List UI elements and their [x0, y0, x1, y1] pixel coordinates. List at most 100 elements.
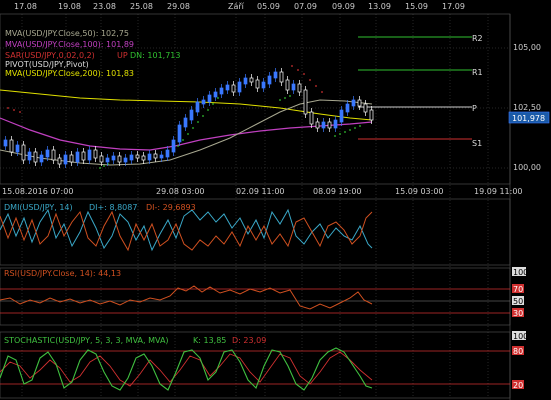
- legend-mva100: MVA(USD/JPY.Close,100): 101,89: [5, 40, 134, 49]
- pivot-s1-label: S1: [472, 139, 482, 148]
- top-axis-label-5: Září: [228, 2, 245, 11]
- candle-body: [87, 149, 92, 161]
- bottom-axis-label-2: 02.09 11:00: [236, 187, 285, 196]
- dmi-minus-line: [0, 210, 373, 252]
- candle-body: [27, 151, 32, 161]
- candle-body: [129, 154, 134, 161]
- candle-body: [207, 94, 212, 103]
- top-axis-label-10: 15.09: [405, 2, 428, 11]
- stoch-d-label: D: 23,09: [232, 336, 266, 345]
- mva200-line: [0, 89, 373, 121]
- top-axis-label-4: 29.08: [167, 2, 190, 11]
- candle-body: [159, 154, 164, 159]
- dmi-label: DMI(USD/JPY, 14): [4, 203, 73, 212]
- bottom-axis-label-0: 15.08.2016 07:00: [2, 187, 73, 196]
- stoch-axis-100: 100: [513, 332, 528, 341]
- candle-body: [285, 79, 290, 91]
- bottom-axis-label-5: 19.09 11:00: [474, 187, 523, 196]
- candle-body: [327, 121, 332, 129]
- trading-chart[interactable]: 17.08 19.08 23.08 25.08 29.08 Září 05.09…: [0, 0, 551, 400]
- candle-body: [243, 77, 248, 85]
- mva50-line: [0, 99, 373, 166]
- candle-body: [273, 71, 278, 79]
- candle-body: [21, 144, 26, 161]
- top-axis-label-6: 05.09: [257, 2, 280, 11]
- candle-body: [195, 101, 200, 113]
- top-axis-label-2: 23.08: [93, 2, 116, 11]
- legend-sar-up: UP: [117, 51, 128, 60]
- price-axis-label-0: 105,00: [513, 43, 541, 52]
- top-axis-label-3: 25.08: [130, 2, 153, 11]
- legend-mva50: MVA(USD/JPY.Close,50): 102,75: [5, 29, 129, 38]
- candlesticks[interactable]: [3, 68, 374, 168]
- candle-body: [225, 84, 230, 91]
- candle-body: [267, 75, 272, 85]
- candle-body: [117, 155, 122, 163]
- top-date-axis: 17.08 19.08 23.08 25.08 29.08 Září 05.09…: [14, 2, 465, 11]
- legend-sar-dn: DN: 101,713: [130, 51, 180, 60]
- dmi-minus-label: DI-: 29,6893: [146, 203, 196, 212]
- candle-body: [99, 155, 104, 163]
- legend-sar: SAR(USD/JPY,0,02,0,2): [5, 51, 95, 60]
- candle-body: [147, 153, 152, 161]
- stoch-axis-80: 80: [513, 347, 523, 356]
- rsi-axis-100: 100: [513, 268, 528, 277]
- rsi-axis: 100 70 50 30: [512, 267, 528, 318]
- rsi-line: [0, 285, 373, 310]
- candle-body: [57, 157, 62, 165]
- candle-body: [201, 99, 206, 105]
- candle-body: [123, 157, 128, 163]
- candle-body: [315, 121, 320, 129]
- candle-body: [15, 144, 20, 153]
- rsi-panel[interactable]: RSI(USD/JPY.Close, 14): 44,13 100 70 50 …: [0, 267, 528, 326]
- candle-body: [333, 119, 338, 129]
- top-axis-label-1: 19.08: [58, 2, 81, 11]
- stoch-k-label: K: 13,85: [193, 336, 226, 345]
- candle-body: [111, 155, 116, 161]
- candle-body: [219, 87, 224, 95]
- legend-pivot: PIVOT(USD/JPY,Pivot): [5, 60, 89, 69]
- pivot-r1-label: R1: [472, 68, 483, 77]
- stoch-axis: 100 80 20: [512, 331, 528, 390]
- price-axis-label-1: 102,50: [513, 103, 541, 112]
- current-price-label: 101,978: [512, 114, 545, 123]
- top-axis-label-11: 17.09: [442, 2, 465, 11]
- price-legend: MVA(USD/JPY.Close,50): 102,75 MVA(USD/JP…: [5, 29, 180, 78]
- candle-body: [75, 151, 80, 163]
- candle-body: [51, 149, 56, 161]
- rsi-axis-70: 70: [513, 285, 523, 294]
- dmi-plus-label: DI+: 8,8087: [89, 203, 137, 212]
- candle-body: [303, 89, 308, 115]
- price-axis-label-2: 100,00: [513, 163, 541, 172]
- stochastic-panel[interactable]: STOCHASTIC(USD/JPY, 5, 3, 3, MVA, MVA) K…: [0, 331, 528, 399]
- candle-body: [33, 151, 38, 163]
- price-panel[interactable]: R2 R1 P S1 MVA(USD/JPY.Close,50): 102,75: [0, 13, 511, 185]
- candle-body: [249, 77, 254, 83]
- candle-body: [189, 109, 194, 121]
- rsi-axis-50: 50: [513, 297, 523, 306]
- candle-body: [45, 149, 50, 158]
- candle-body: [63, 154, 68, 165]
- top-axis-label-0: 17.08: [14, 2, 37, 11]
- candle-body: [171, 139, 176, 153]
- rsi-label: RSI(USD/JPY.Close, 14): 44,13: [4, 269, 121, 278]
- candle-body: [255, 79, 260, 89]
- candle-body: [345, 103, 350, 113]
- candle-body: [141, 155, 146, 161]
- top-axis-label-7: 07.09: [294, 2, 317, 11]
- price-axis: 105,00 102,50 100,00 101,978: [508, 14, 550, 400]
- candle-body: [231, 84, 236, 93]
- candle-body: [93, 149, 98, 159]
- candle-body: [39, 154, 44, 163]
- bottom-date-axis: 15.08.2016 07:00 29.08 03:00 02.09 11:00…: [2, 187, 523, 196]
- candle-body: [357, 99, 362, 107]
- candle-body: [339, 109, 344, 123]
- candle-body: [105, 157, 110, 163]
- candle-body: [363, 103, 368, 113]
- candle-body: [9, 139, 14, 153]
- candle-body: [369, 109, 374, 121]
- candle-body: [213, 91, 218, 98]
- candle-body: [291, 83, 296, 91]
- pivot-p-label: P: [472, 104, 477, 113]
- dmi-panel[interactable]: DMI(USD/JPY, 14) DI+: 8,8087 DI-: 29,689…: [0, 198, 511, 266]
